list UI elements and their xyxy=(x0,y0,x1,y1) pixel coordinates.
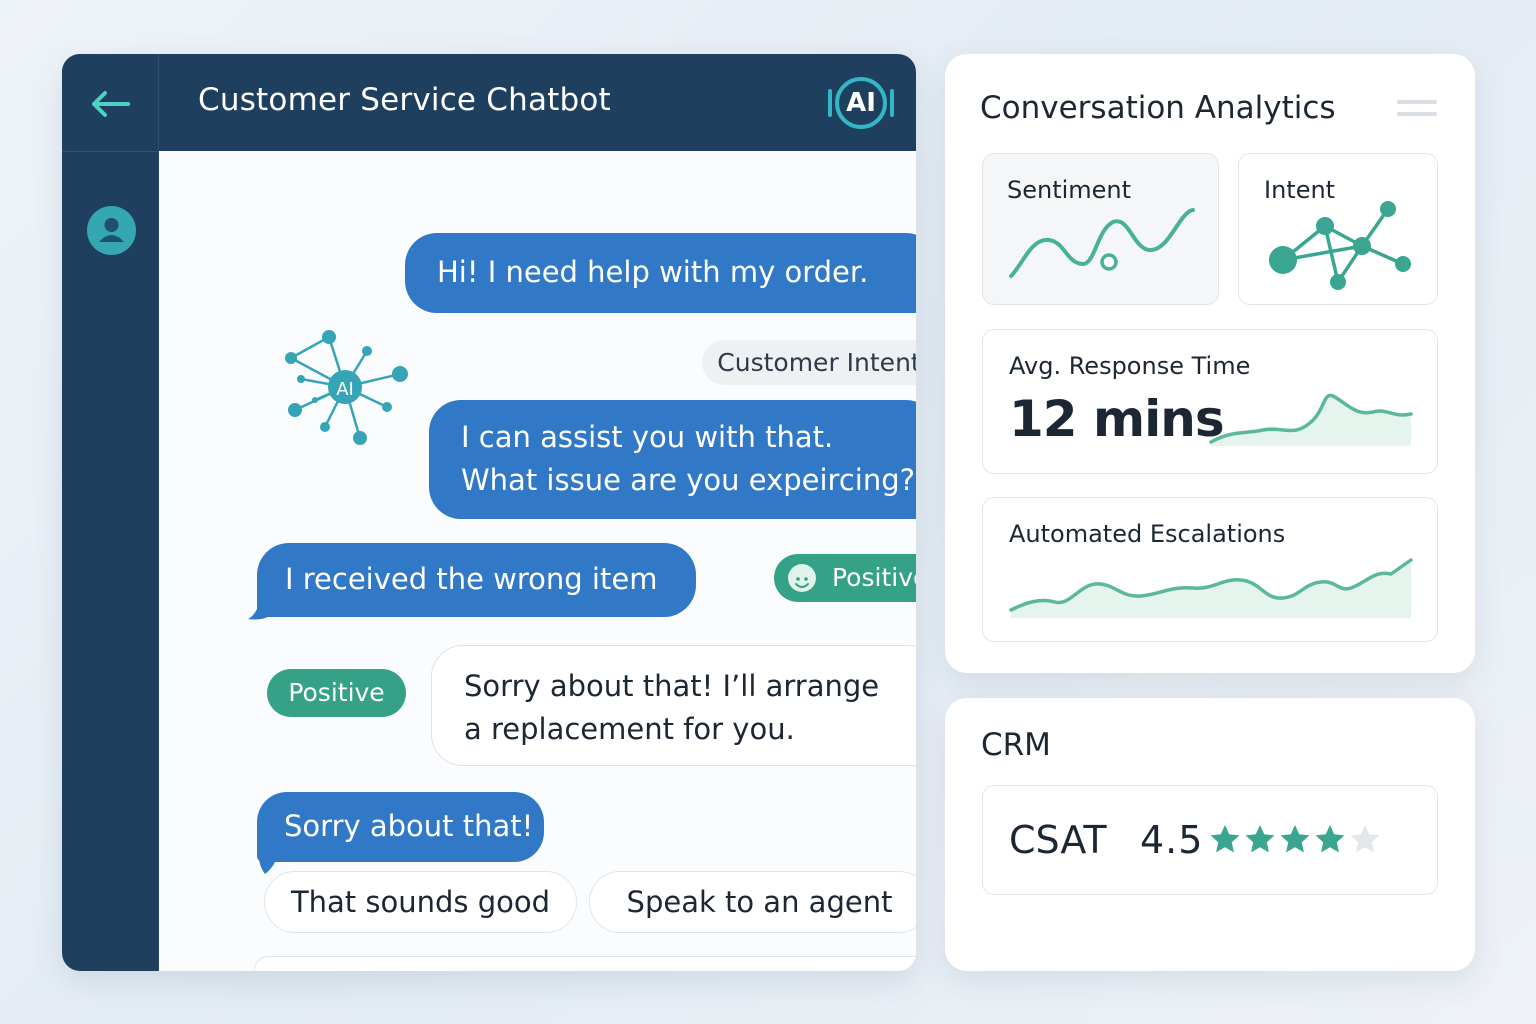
response-time-card[interactable]: Avg. Response Time 12 mins xyxy=(982,329,1438,474)
ai-badge-label: AI xyxy=(846,88,876,118)
message-text: I can assist you with that. xyxy=(461,420,834,454)
intent-chip: Customer Intent xyxy=(702,340,916,385)
star-empty-icon xyxy=(1349,823,1381,855)
csat-card[interactable]: CSAT 4.5 xyxy=(982,785,1438,895)
bubble-tail xyxy=(248,601,272,620)
sentiment-tag: Positive xyxy=(774,554,916,602)
send-button[interactable] xyxy=(894,969,916,971)
customer-message: Sorry about that! xyxy=(257,792,544,862)
send-icon xyxy=(894,969,916,971)
chat-title: Customer Service Chatbot xyxy=(198,82,611,118)
message-text: Hi! I need help with my order. xyxy=(437,255,869,289)
sidebar-divider xyxy=(62,151,159,152)
chat-sidebar xyxy=(62,54,159,971)
avatar[interactable] xyxy=(87,206,136,255)
chat-window: Customer Service Chatbot AI Hi! I need h… xyxy=(62,54,916,971)
chat-messages: Hi! I need help with my order. AI Custom… xyxy=(159,151,916,971)
message-text: I received the wrong item xyxy=(285,562,658,596)
analytics-panel: Conversation Analytics Sentiment Intent xyxy=(945,54,1475,673)
ai-network-label: AI xyxy=(336,379,354,400)
reply-input[interactable] xyxy=(254,956,916,971)
smiley-icon xyxy=(788,564,816,592)
escalations-sparkline xyxy=(1009,558,1413,618)
menu-button[interactable] xyxy=(1397,100,1437,120)
sentiment-tag-label: Positive xyxy=(832,563,916,592)
customer-message: Hi! I need help with my order. xyxy=(405,233,916,313)
sentiment-tag: Positive xyxy=(267,669,406,717)
back-button[interactable] xyxy=(88,84,132,124)
message-text: What issue are you expeircing? xyxy=(461,463,916,497)
bot-message: I can assist you with that. What issue a… xyxy=(429,400,916,519)
message-text: a replacement for you. xyxy=(464,712,795,746)
star-filled-icon xyxy=(1279,823,1311,855)
star-filled-icon xyxy=(1244,823,1276,855)
csat-label: CSAT xyxy=(1009,818,1107,862)
bot-message: Sorry about that! I’ll arrange a replace… xyxy=(431,645,916,766)
back-arrow-icon xyxy=(92,91,130,117)
escalations-card[interactable]: Automated Escalations xyxy=(982,497,1438,642)
bubble-tail xyxy=(258,846,277,874)
customer-message: I received the wrong item xyxy=(257,543,696,617)
analytics-title: Conversation Analytics xyxy=(980,90,1336,126)
message-text: Sorry about that! xyxy=(284,809,534,843)
quick-reply-button[interactable]: Speak to an agent xyxy=(589,871,916,933)
intent-card[interactable]: Intent xyxy=(1238,153,1438,305)
star-filled-icon xyxy=(1314,823,1346,855)
quick-reply-button[interactable]: That sounds good xyxy=(264,871,577,933)
csat-value: 4.5 xyxy=(1140,818,1204,862)
ai-network-icon: AI xyxy=(285,330,408,445)
crm-panel: CRM CSAT 4.5 xyxy=(945,698,1475,971)
user-avatar-icon xyxy=(99,218,124,242)
response-time-sparkline xyxy=(1209,393,1413,446)
sentiment-wave-icon xyxy=(1009,208,1195,278)
crm-title: CRM xyxy=(981,727,1051,763)
intent-graph-icon xyxy=(1269,201,1411,290)
star-filled-icon xyxy=(1209,823,1241,855)
message-text: Sorry about that! I’ll arrange xyxy=(464,669,880,703)
ai-badge: AI xyxy=(822,71,900,135)
sentiment-card[interactable]: Sentiment xyxy=(982,153,1219,305)
